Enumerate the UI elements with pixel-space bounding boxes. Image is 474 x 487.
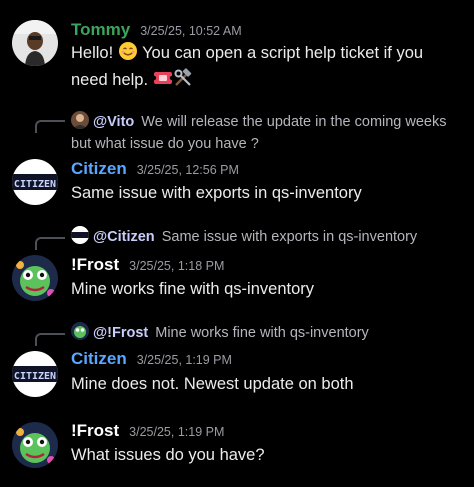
reply-connector <box>35 333 65 346</box>
frost-avatar-image <box>12 422 58 468</box>
message-timestamp: 3/25/25, 1:19 PM <box>136 353 232 367</box>
message-text: Mine does not. Newest update on both <box>71 375 354 393</box>
reply-preview[interactable]: @!Frost Mine works fine with qs-inventor… <box>71 322 469 344</box>
message-frost-2: !Frost 3/25/25, 1:19 PM What issues do y… <box>0 415 474 487</box>
username-frost[interactable]: !Frost <box>71 421 119 441</box>
citizen-avatar-image: CITIZEN <box>12 351 58 397</box>
message-text: Hello! You can open a script help ticket… <box>71 41 423 89</box>
reply-preview[interactable]: @Vito We will release the update in the … <box>71 111 469 155</box>
citizen-avatar-image: CITIZEN <box>12 159 58 205</box>
avatar-citizen[interactable]: CITIZEN <box>12 351 58 397</box>
tommy-avatar-image <box>12 20 58 66</box>
message-timestamp: 3/25/25, 1:19 PM <box>129 425 225 439</box>
message-citizen-1: @Vito We will release the update in the … <box>0 105 474 215</box>
message-text: Mine works fine with qs-inventory <box>71 280 315 298</box>
avatar-citizen[interactable]: CITIZEN <box>12 159 58 205</box>
reply-text: Mine works fine with qs-inventory <box>155 325 369 341</box>
message-content: Hello! You can open a script help ticket… <box>71 41 463 95</box>
reply-connector <box>35 120 65 133</box>
username-frost[interactable]: !Frost <box>71 255 119 275</box>
reply-mention-frost[interactable]: @!Frost <box>93 325 148 341</box>
reply-text: Same issue with exports in qs-inventory <box>161 229 418 245</box>
vito-avatar-icon <box>71 111 89 129</box>
frost-mini-avatar-icon <box>71 322 89 340</box>
message-frost-1: @Citizen Same issue with exports in qs-i… <box>0 225 474 315</box>
avatar-frost[interactable] <box>12 422 58 468</box>
hammer-wrench-emoji <box>173 68 193 95</box>
username-citizen[interactable]: Citizen <box>71 159 127 179</box>
avatar-frost[interactable] <box>12 255 58 301</box>
svg-text:CITIZEN: CITIZEN <box>14 179 56 190</box>
reply-preview[interactable]: @Citizen Same issue with exports in qs-i… <box>71 226 469 248</box>
message-citizen-2: @!Frost Mine works fine with qs-inventor… <box>0 321 474 411</box>
citizen-mini-avatar-icon <box>71 226 89 244</box>
reply-mention-vito[interactable]: @Vito <box>93 114 134 130</box>
message-timestamp: 3/25/25, 12:56 PM <box>136 163 239 177</box>
message-text: Same issue with exports in qs-inventory <box>71 184 362 202</box>
frost-avatar-image <box>12 255 58 301</box>
username-citizen[interactable]: Citizen <box>71 349 127 369</box>
username-tommy[interactable]: Tommy <box>71 20 130 40</box>
reply-connector <box>35 237 65 250</box>
message-text: What issues do you have? <box>71 446 265 464</box>
message-tommy: Tommy 3/25/25, 10:52 AM Hello! You can o… <box>0 0 474 95</box>
svg-text:CITIZEN: CITIZEN <box>14 371 56 382</box>
reply-mention-citizen[interactable]: @Citizen <box>93 229 155 245</box>
smiling-face-emoji <box>118 41 138 68</box>
avatar-tommy[interactable] <box>12 20 58 66</box>
ticket-emoji <box>151 68 174 95</box>
message-timestamp: 3/25/25, 1:18 PM <box>129 259 225 273</box>
message-timestamp: 3/25/25, 10:52 AM <box>140 24 242 38</box>
